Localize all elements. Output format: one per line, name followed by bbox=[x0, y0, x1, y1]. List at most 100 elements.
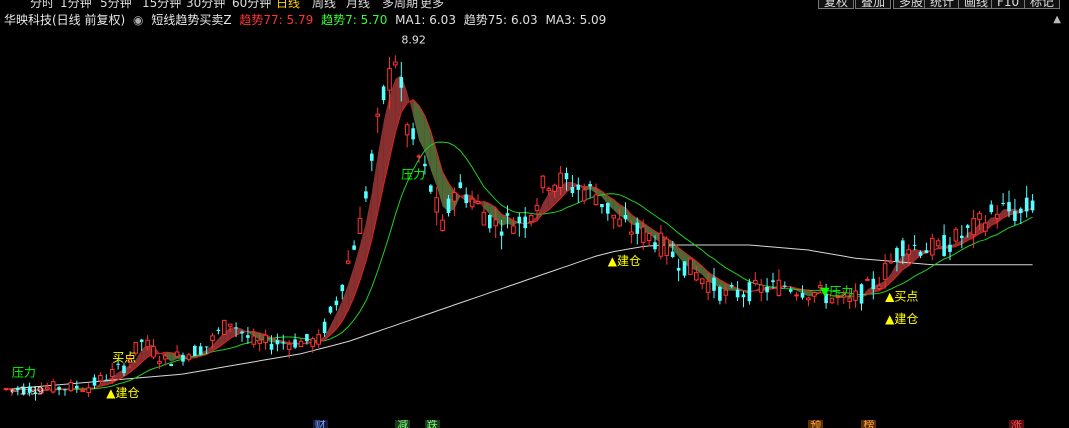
toolbar-button-3[interactable]: 统计 bbox=[924, 0, 961, 9]
candle bbox=[924, 242, 929, 254]
candle bbox=[865, 276, 870, 281]
candle bbox=[829, 297, 835, 305]
toolbar-button-1[interactable]: 叠加 bbox=[855, 0, 892, 9]
signal-annotation: ▲买点 bbox=[885, 289, 918, 303]
candle bbox=[1001, 193, 1005, 206]
candle bbox=[747, 278, 752, 305]
period-tab-0[interactable]: 分时 bbox=[30, 0, 54, 11]
candle bbox=[712, 267, 716, 299]
event-marker[interactable]: 财 bbox=[312, 420, 328, 428]
event-marker[interactable]: 榜 bbox=[861, 420, 877, 428]
trend75-label: 趋势75: 6.03 bbox=[463, 13, 538, 27]
candle bbox=[753, 272, 758, 286]
trend7-line bbox=[5, 141, 1033, 391]
candle bbox=[298, 338, 304, 348]
event-marker[interactable]: 减 bbox=[395, 420, 411, 428]
candle bbox=[606, 202, 610, 221]
candle bbox=[983, 214, 988, 236]
candle bbox=[888, 253, 894, 265]
high-price-label: 8.92 bbox=[401, 34, 426, 47]
candle bbox=[186, 352, 192, 362]
chart-info-bar: 华映科技(日线 前复权) ◉ 短线趋势买卖Z 趋势77: 5.79 趋势7: 5… bbox=[4, 11, 610, 27]
candle bbox=[871, 271, 876, 300]
candle bbox=[357, 206, 363, 235]
candle bbox=[735, 281, 740, 302]
low-price-label: ←1.99 bbox=[10, 384, 44, 397]
period-tab-6[interactable]: 日线 bbox=[276, 0, 300, 11]
signal-annotation: 压力 bbox=[401, 167, 425, 181]
period-tab-7[interactable]: 周线 bbox=[312, 0, 336, 11]
period-tab-8[interactable]: 月线 bbox=[346, 0, 370, 11]
signal-annotation: ▲建仓 bbox=[608, 254, 641, 268]
candle bbox=[935, 238, 941, 248]
candle bbox=[1019, 207, 1023, 225]
indicator-dropdown-icon[interactable]: ◉ bbox=[133, 13, 143, 27]
candle bbox=[375, 107, 380, 134]
period-tab-9[interactable]: 多周期 bbox=[382, 0, 418, 11]
candle bbox=[193, 344, 197, 357]
period-tab-4[interactable]: 30分钟 bbox=[186, 0, 225, 11]
toolbar-button-6[interactable]: 标记 bbox=[1024, 0, 1061, 9]
candle bbox=[316, 329, 321, 348]
candle bbox=[517, 212, 522, 237]
candle bbox=[718, 285, 722, 305]
event-marker[interactable]: 涨 bbox=[1008, 420, 1024, 428]
candle bbox=[263, 329, 268, 350]
candle bbox=[741, 291, 746, 308]
trend-ribbon-segment bbox=[419, 105, 425, 152]
toolbar-button-5[interactable]: F10 bbox=[991, 0, 1026, 9]
candle bbox=[411, 122, 415, 146]
event-marker[interactable]: 预 bbox=[808, 420, 824, 428]
candle bbox=[68, 379, 74, 393]
candle bbox=[765, 277, 769, 301]
candle bbox=[404, 122, 410, 148]
candle bbox=[664, 236, 670, 265]
indicator-name[interactable]: 短线趋势买卖Z bbox=[151, 13, 231, 27]
toolbar-button-0[interactable]: 复权 bbox=[818, 0, 855, 9]
candle bbox=[434, 186, 439, 226]
signal-annotation: ▼压力 bbox=[820, 284, 853, 298]
signal-annotation: 买点 bbox=[112, 350, 136, 364]
candle bbox=[216, 327, 221, 335]
candle bbox=[699, 277, 705, 290]
ma1-label: MA1: 6.03 bbox=[395, 13, 456, 27]
candle bbox=[222, 319, 227, 335]
candle bbox=[475, 194, 481, 205]
candle bbox=[3, 387, 9, 392]
period-tab-1[interactable]: 1分钟 bbox=[60, 0, 92, 11]
candle bbox=[469, 190, 475, 210]
candle bbox=[794, 291, 799, 301]
scroll-up-icon[interactable]: ▲ bbox=[1053, 14, 1061, 25]
candle bbox=[853, 283, 858, 308]
candle bbox=[63, 388, 67, 396]
candle bbox=[994, 204, 1000, 229]
period-tab-10[interactable]: 更多 bbox=[420, 0, 444, 11]
candle bbox=[540, 174, 546, 194]
candle bbox=[381, 84, 386, 105]
candle bbox=[240, 330, 244, 342]
ma3-line bbox=[5, 244, 1033, 390]
candle bbox=[806, 296, 811, 307]
candle bbox=[293, 333, 297, 350]
candle bbox=[104, 374, 109, 382]
candle bbox=[57, 386, 61, 396]
candle bbox=[328, 305, 333, 315]
candle bbox=[600, 204, 604, 214]
candle bbox=[98, 372, 103, 384]
candle bbox=[181, 352, 185, 366]
toolbar-button-4[interactable]: 画线 bbox=[958, 0, 995, 9]
candle bbox=[75, 380, 79, 393]
candle bbox=[812, 291, 817, 303]
candlestick-chart[interactable]: 8.92←1.99 ▲建仓买点压力压力▲建仓▼压力 ▲买点▲建仓 bbox=[0, 27, 1069, 422]
ma3-label: MA3: 5.09 bbox=[545, 13, 607, 27]
candle bbox=[971, 209, 976, 248]
event-marker[interactable]: 跌 bbox=[424, 420, 440, 428]
candle bbox=[334, 296, 339, 311]
period-tab-3[interactable]: 15分钟 bbox=[142, 0, 181, 11]
period-tab-5[interactable]: 60分钟 bbox=[232, 0, 271, 11]
candle bbox=[1013, 199, 1017, 226]
candle bbox=[593, 183, 599, 206]
candle bbox=[345, 250, 351, 265]
trend-ribbon-segment bbox=[430, 131, 437, 187]
period-tab-2[interactable]: 5分钟 bbox=[100, 0, 132, 11]
